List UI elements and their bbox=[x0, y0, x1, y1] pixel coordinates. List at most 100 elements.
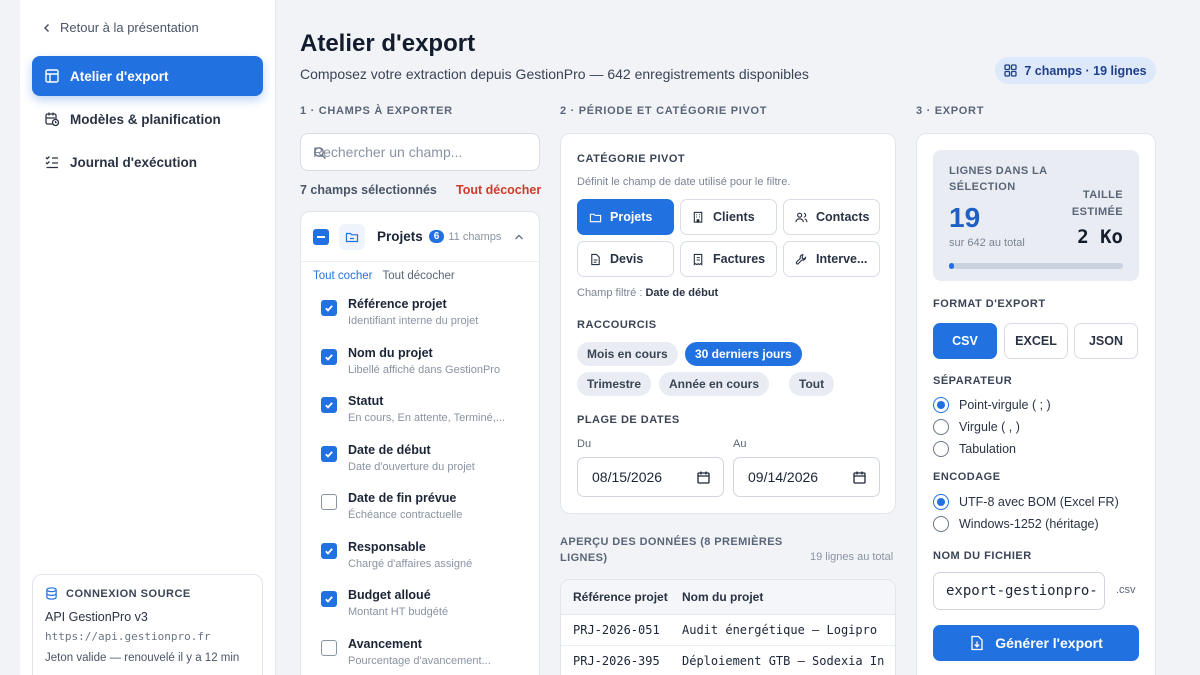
field-text: Date de début Date d'ouverture du projet bbox=[348, 443, 475, 473]
column-header[interactable]: Nom du projet bbox=[682, 590, 895, 604]
file-download-icon bbox=[971, 635, 983, 651]
table-row: PRJ-2026-051 Audit énergétique — Logipro bbox=[561, 615, 895, 646]
field-search-input[interactable]: Rechercher un champ... bbox=[300, 133, 540, 171]
encoding-option[interactable]: Windows-1252 (héritage) bbox=[933, 516, 1099, 532]
field-checkbox[interactable] bbox=[321, 542, 337, 559]
radio-button[interactable] bbox=[933, 397, 949, 413]
column-header[interactable]: Référence projet bbox=[561, 590, 682, 604]
category-projets-button[interactable]: Projets bbox=[577, 199, 674, 235]
calendar-icon[interactable] bbox=[697, 471, 710, 484]
field-description: En cours, En attente, Terminé,... bbox=[348, 412, 505, 424]
field-text: Nom du projet Libellé affiché dans Gestio… bbox=[348, 346, 500, 376]
field-description: Identifiant interne du projet bbox=[348, 315, 479, 327]
to-date-value: 09/14/2026 bbox=[748, 469, 819, 485]
separator-option[interactable]: Virgule ( , ) bbox=[933, 419, 1020, 435]
radio-button[interactable] bbox=[933, 494, 949, 510]
lines-subtext: sur 642 au total bbox=[949, 237, 1025, 249]
from-date-input[interactable]: 08/15/2026 bbox=[577, 457, 724, 497]
receipt-icon bbox=[693, 253, 703, 266]
radio-label: Point-virgule ( ; ) bbox=[959, 398, 1051, 412]
category-interve-button[interactable]: Interve... bbox=[783, 241, 880, 277]
nav-item-export-workshop[interactable]: Atelier d'export bbox=[32, 56, 263, 96]
radio-button[interactable] bbox=[933, 516, 949, 532]
chevron-left-icon bbox=[43, 23, 50, 32]
calendar-icon[interactable] bbox=[853, 471, 866, 484]
filename-input[interactable]: export-gestionpro- bbox=[933, 572, 1105, 610]
field-row[interactable]: Avancement Pourcentage d'avancement... bbox=[321, 637, 491, 667]
calendar-clock-icon bbox=[45, 112, 60, 127]
field-row[interactable]: Date de début Date d'ouverture du projet bbox=[321, 443, 475, 473]
category-devis-button[interactable]: Devis bbox=[577, 241, 674, 277]
field-description: Chargé d'affaires assigné bbox=[348, 557, 473, 570]
shortcut-chip[interactable]: Mois en cours bbox=[577, 342, 678, 366]
source-name: API GestionPro v3 bbox=[45, 610, 148, 624]
group-partial-checkbox[interactable] bbox=[313, 228, 329, 245]
field-name: Date de début bbox=[348, 442, 431, 457]
field-checkbox[interactable] bbox=[321, 639, 337, 656]
field-checkbox[interactable] bbox=[321, 300, 337, 316]
source-connection-heading: CONNEXION SOURCE bbox=[45, 587, 250, 600]
field-checkbox[interactable] bbox=[321, 494, 337, 510]
field-row[interactable]: Date de fin prévue Échéance contractuelle bbox=[321, 491, 462, 521]
format-json-button[interactable]: JSON bbox=[1074, 323, 1138, 359]
field-description: Libellé affiché dans GestionPro bbox=[348, 363, 501, 376]
table-cell: PRJ-2026-051 bbox=[573, 623, 660, 637]
to-date-input[interactable]: 09/14/2026 bbox=[733, 457, 880, 497]
field-row[interactable]: Référence projet Identifiant interne du p… bbox=[321, 297, 478, 327]
from-date-value: 08/15/2026 bbox=[592, 469, 663, 485]
shortcut-chip[interactable]: 30 derniers jours bbox=[685, 342, 802, 366]
generate-export-button[interactable]: Générer l'export bbox=[933, 625, 1139, 661]
shortcut-chip[interactable]: Tout bbox=[789, 372, 835, 396]
nav-item-templates-scheduling[interactable]: Modèles & planification bbox=[32, 99, 263, 139]
page-title: Atelier d'export bbox=[300, 30, 476, 57]
field-row[interactable]: Responsable Chargé d'affaires assigné bbox=[321, 540, 472, 570]
category-factures-button[interactable]: Factures bbox=[680, 241, 777, 277]
chevron-up-icon[interactable] bbox=[513, 231, 525, 243]
radio-label: Virgule ( , ) bbox=[959, 420, 1020, 434]
category-label: Factures bbox=[713, 252, 766, 266]
clear-all-fields-button[interactable]: Tout décocher bbox=[456, 183, 541, 197]
nav-item-execution-log[interactable]: Journal d'exécution bbox=[32, 142, 263, 182]
check-all-button[interactable]: Tout cocher bbox=[313, 270, 372, 282]
back-link[interactable]: Retour à la présentation bbox=[42, 20, 199, 35]
sidebar: Retour à la présentation Atelier d'expor… bbox=[20, 0, 276, 675]
search-icon bbox=[314, 147, 326, 159]
field-row[interactable]: Budget alloué Montant HT budgété bbox=[321, 588, 448, 618]
field-checkbox[interactable] bbox=[321, 348, 337, 365]
file-icon bbox=[591, 253, 600, 265]
radio-button[interactable] bbox=[933, 419, 949, 435]
separator-option[interactable]: Tabulation bbox=[933, 441, 1016, 457]
field-row[interactable]: Statut En cours, En attente, Terminé,... bbox=[321, 394, 505, 424]
radio-button[interactable] bbox=[933, 441, 949, 457]
field-group-header[interactable]: Projets 6 11 champs bbox=[301, 212, 539, 262]
source-heading-label: CONNEXION SOURCE bbox=[66, 587, 191, 600]
selection-progress-bar bbox=[949, 263, 1123, 269]
selected-fields-count: 7 champs sélectionnés bbox=[300, 183, 437, 197]
uncheck-all-button[interactable]: Tout décocher bbox=[382, 270, 454, 282]
preview-total: 19 lignes au total bbox=[810, 551, 894, 563]
selection-summary-pill: 7 champs · 19 lignes bbox=[995, 57, 1156, 84]
field-text: Budget alloué Montant HT budgété bbox=[348, 588, 448, 618]
wrench-icon bbox=[795, 253, 807, 264]
from-date-label: Du bbox=[577, 438, 592, 450]
filename-label: NOM DU FICHIER bbox=[933, 550, 1032, 562]
source-url: https://api.gestionpro.fr bbox=[45, 630, 211, 643]
shortcut-chip[interactable]: Année en cours bbox=[659, 372, 770, 396]
field-row[interactable]: Nom du projet Libellé affiché dans Gestio… bbox=[321, 346, 500, 376]
folder-icon bbox=[339, 223, 365, 250]
encoding-option[interactable]: UTF-8 avec BOM (Excel FR) bbox=[933, 494, 1119, 510]
shortcut-chip[interactable]: Trimestre bbox=[577, 372, 652, 396]
generate-export-label: Générer l'export bbox=[995, 635, 1103, 651]
separator-option[interactable]: Point-virgule ( ; ) bbox=[933, 397, 1051, 413]
field-description: Montant HT budgété bbox=[348, 606, 449, 618]
period-card: CATÉGORIE PIVOT Définit le champ de date… bbox=[560, 133, 896, 514]
category-contacts-button[interactable]: Contacts bbox=[783, 199, 880, 235]
format-csv-button[interactable]: CSV bbox=[933, 323, 997, 359]
format-excel-button[interactable]: EXCEL bbox=[1004, 323, 1068, 359]
database-icon bbox=[46, 587, 57, 600]
field-checkbox[interactable] bbox=[321, 397, 337, 413]
selection-summary-label: 7 champs · 19 lignes bbox=[1024, 63, 1147, 78]
field-checkbox[interactable] bbox=[321, 591, 337, 607]
category-clients-button[interactable]: Clients bbox=[680, 199, 777, 235]
field-checkbox[interactable] bbox=[321, 445, 337, 462]
